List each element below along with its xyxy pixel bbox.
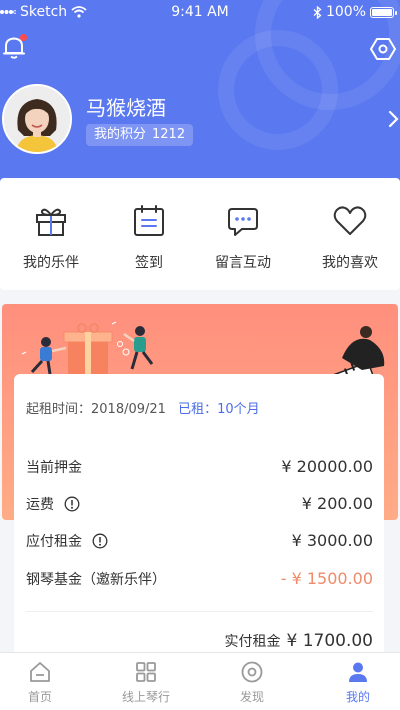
notification-button[interactable]	[2, 34, 28, 62]
quick-action-label: 我的喜欢	[322, 255, 378, 271]
grid-icon	[136, 662, 156, 682]
settings-button[interactable]	[370, 36, 396, 62]
quick-action-my-partners[interactable]: 我的乐伴	[6, 204, 96, 272]
points-badge[interactable]: 我的积分 1212	[86, 124, 194, 146]
piano-fund-label: 钢琴基金（邀新乐伴）	[26, 572, 166, 588]
avatar[interactable]	[2, 84, 72, 154]
tab-online-store[interactable]: 线上琴行	[96, 660, 196, 705]
shipping-label-wrap: 运费	[26, 494, 80, 514]
rent-due-value: ¥ 3000.00	[291, 531, 373, 550]
actual-rent-row: 实付租金 ¥ 1700.00	[26, 631, 373, 651]
deposit-row: 当前押金 ¥ 20000.00	[26, 457, 373, 477]
tab-label: 我的	[345, 690, 370, 704]
quick-action-label: 签到	[135, 255, 163, 271]
rental-start-date: 2018/09/21	[91, 402, 166, 417]
rent-due-row: 应付租金 ¥ 3000.00	[26, 531, 373, 551]
quick-action-check-in[interactable]: 签到	[104, 204, 194, 272]
notification-badge	[20, 34, 27, 41]
rental-detail-card: 起租时间：2018/09/21 已租：10个月 当前押金 ¥ 20000.00 …	[14, 374, 384, 674]
quick-action-label: 我的乐伴	[23, 255, 79, 271]
rented-duration-label: 已租：	[178, 402, 218, 417]
deposit-value: ¥ 20000.00	[281, 457, 373, 476]
gift-icon	[36, 208, 66, 236]
status-bar: Sketch 9:41 AM 100%	[0, 0, 400, 26]
calendar-icon	[134, 205, 164, 236]
actual-rent-value: ¥ 1700.00	[286, 631, 373, 651]
tab-label: 线上琴行	[121, 690, 170, 704]
info-icon[interactable]	[92, 533, 108, 549]
battery-icon	[370, 6, 397, 18]
divider	[26, 611, 373, 612]
bottom-tab-bar: 首页 线上琴行 发现 我的	[0, 652, 400, 710]
quick-actions-panel: 我的乐伴 签到 留言互动 我的喜欢	[0, 178, 400, 290]
status-right: 100%	[313, 4, 397, 20]
tab-label: 发现	[239, 690, 264, 704]
heart-icon	[333, 206, 367, 235]
info-icon[interactable]	[64, 496, 80, 512]
rent-due-label: 应付租金	[26, 534, 82, 550]
shipping-row: 运费 ¥ 200.00	[26, 494, 373, 514]
points-label: 我的积分	[94, 127, 147, 142]
actual-rent-label: 实付租金	[224, 634, 281, 650]
discover-icon	[241, 661, 263, 683]
settings-hex-icon	[370, 38, 396, 60]
battery-percent: 100%	[325, 4, 366, 20]
rental-start-label: 起租时间：	[26, 402, 92, 417]
chat-icon	[228, 208, 258, 236]
rent-due-label-wrap: 应付租金	[26, 531, 108, 551]
tab-label: 首页	[27, 690, 52, 704]
tab-mine[interactable]: 我的	[308, 660, 400, 705]
tab-discover[interactable]: 发现	[202, 660, 302, 705]
quick-action-favorites[interactable]: 我的喜欢	[305, 204, 395, 272]
rental-start-row: 起租时间：2018/09/21 已租：10个月	[26, 398, 373, 417]
quick-action-label: 留言互动	[215, 255, 271, 271]
points-value: 1212	[152, 127, 186, 142]
quick-action-messages[interactable]: 留言互动	[198, 204, 288, 272]
piano-fund-row: 钢琴基金（邀新乐伴） - ¥ 1500.00	[26, 569, 373, 589]
shipping-value: ¥ 200.00	[301, 494, 373, 513]
piano-fund-value: - ¥ 1500.00	[280, 569, 373, 588]
tab-home[interactable]: 首页	[0, 660, 90, 705]
chevron-right-icon[interactable]	[388, 110, 400, 128]
avatar-portrait	[4, 86, 70, 152]
shipping-label: 运费	[26, 497, 54, 513]
bluetooth-icon	[313, 5, 322, 19]
home-icon	[30, 662, 50, 682]
deposit-label: 当前押金	[26, 460, 82, 476]
user-name: 马猴烧酒	[86, 96, 166, 120]
rented-duration-value: 10个月	[217, 402, 260, 417]
user-icon	[349, 662, 367, 682]
